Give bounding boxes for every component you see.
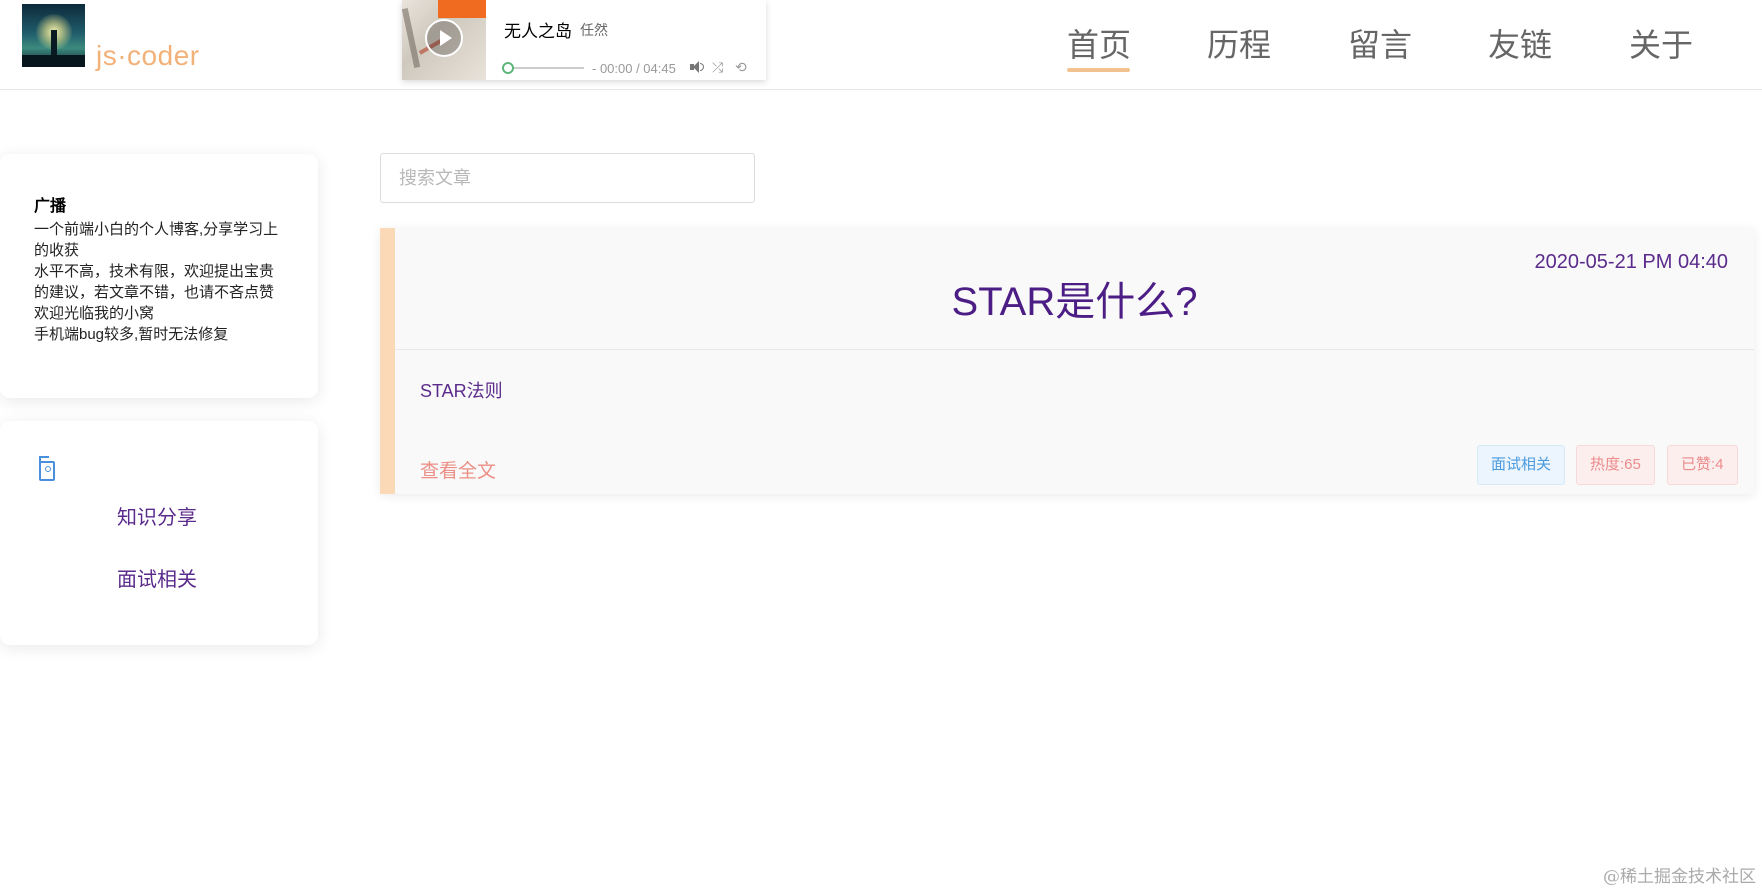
- lighthouse-logo[interactable]: [22, 4, 85, 67]
- post-divider: [395, 349, 1754, 350]
- broadcast-line: 手机端bug较多,暂时无法修复: [34, 326, 229, 343]
- category-interview[interactable]: 面试相关: [117, 563, 197, 592]
- song-title: 无人之岛: [504, 22, 572, 41]
- progress-bar[interactable]: [502, 62, 584, 74]
- post-title[interactable]: STAR是什么?: [395, 269, 1754, 327]
- watermark: @稀土掘金技术社区: [1603, 867, 1756, 887]
- broadcast-line: 一个前端小白的个人博客,分享学习上的收获: [34, 221, 279, 259]
- album-cover: [402, 0, 486, 80]
- nav-home[interactable]: 首页: [1067, 20, 1131, 66]
- post-category-badge[interactable]: 面试相关: [1477, 445, 1566, 485]
- category-card: 知识分享 面试相关: [0, 421, 318, 645]
- volume-icon[interactable]: [689, 60, 705, 74]
- nav-messages[interactable]: 留言: [1348, 20, 1412, 66]
- repeat-icon[interactable]: ⟲: [735, 60, 751, 74]
- category-knowledge-sharing[interactable]: 知识分享: [117, 501, 197, 530]
- post-like-badge[interactable]: 已赞:4: [1667, 445, 1738, 485]
- play-icon[interactable]: [425, 19, 463, 57]
- broadcast-title: 广播: [34, 198, 67, 215]
- broadcast-card: 广播 一个前端小白的个人博客,分享学习上的收获 水平不高，技术有限，欢迎提出宝贵…: [0, 154, 318, 398]
- broadcast-line: 欢迎光临我的小窝: [34, 305, 155, 322]
- search-input[interactable]: [380, 153, 755, 203]
- nav-active-indicator: [1067, 68, 1130, 72]
- read-more-link[interactable]: 查看全文: [420, 456, 496, 483]
- site-header: js·coder 无人之岛 任然 - 00:00 / 04:45 ⤮ ⟲ 首页 …: [0, 0, 1762, 90]
- brand-name[interactable]: js·coder: [96, 40, 200, 72]
- broadcast-line: 水平不高，技术有限，欢迎提出宝贵的建议，若文章不错，也请不吝点赞: [34, 263, 275, 301]
- post-heat-badge: 热度:65: [1576, 445, 1655, 485]
- post-summary: STAR法则: [420, 381, 503, 401]
- song-artist: 任然: [580, 22, 608, 38]
- nav-links[interactable]: 友链: [1488, 20, 1552, 66]
- post-card: 2020-05-21 PM 04:40 STAR是什么? STAR法则 查看全文…: [380, 228, 1754, 494]
- play-time: - 00:00 / 04:45: [592, 61, 676, 76]
- nav-about[interactable]: 关于: [1629, 20, 1693, 66]
- nav-history[interactable]: 历程: [1207, 20, 1271, 66]
- music-player: 无人之岛 任然 - 00:00 / 04:45 ⤮ ⟲: [402, 0, 766, 80]
- tag-icon: [39, 456, 55, 481]
- progress-knob[interactable]: [502, 62, 514, 74]
- shuffle-icon[interactable]: ⤮: [712, 60, 728, 74]
